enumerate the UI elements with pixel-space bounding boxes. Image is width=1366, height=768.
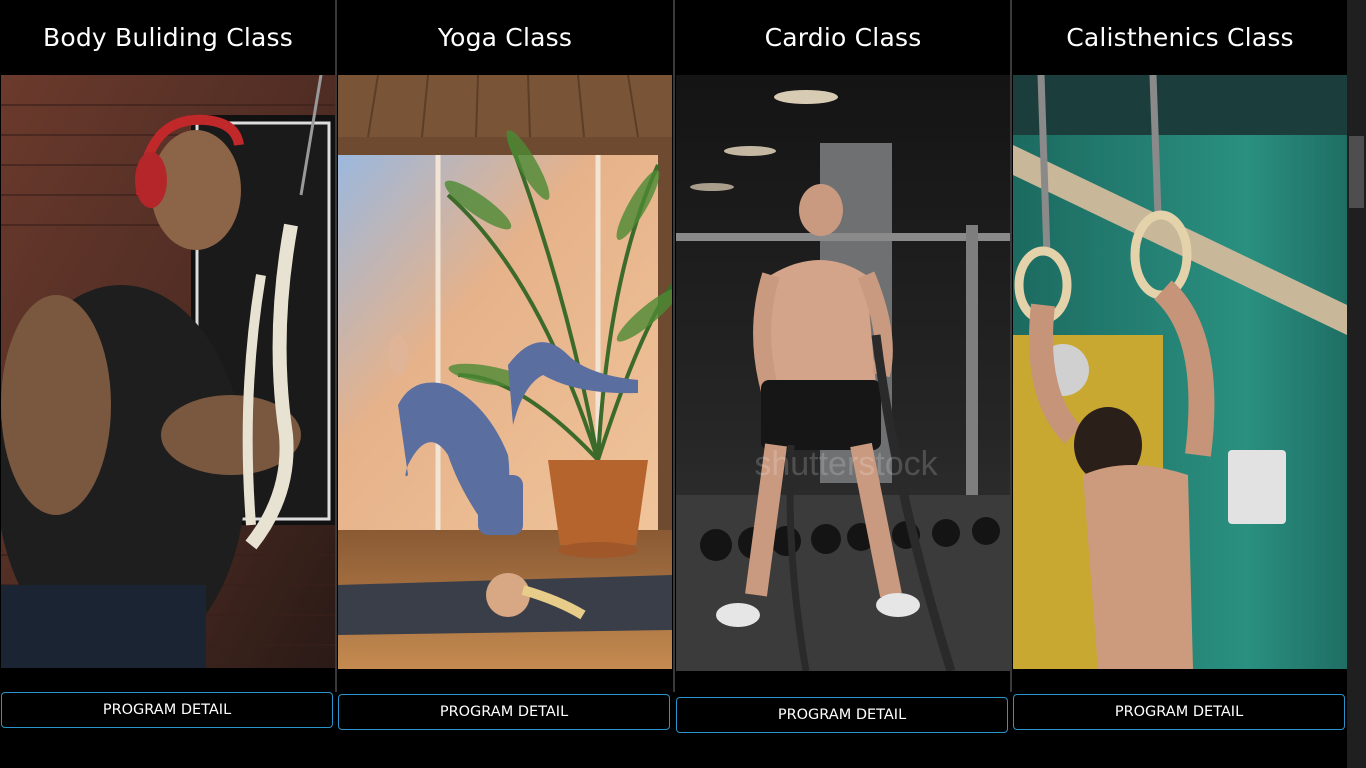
program-detail-button[interactable]: PROGRAM DETAIL: [1013, 694, 1345, 730]
program-detail-button[interactable]: PROGRAM DETAIL: [1, 692, 333, 728]
class-card-cardio: Cardio Class shutterstock PROGRAM DETAIL: [676, 0, 1010, 768]
class-image-yoga: [338, 75, 672, 669]
vertical-scrollbar[interactable]: [1347, 0, 1366, 768]
class-image-calisthenics: [1013, 75, 1347, 669]
card-divider: [673, 0, 675, 692]
cardio-photo: shutterstock: [676, 75, 1010, 671]
card-title: Calisthenics Class: [1066, 23, 1294, 52]
shutterstock-watermark: shutterstock: [754, 445, 938, 483]
card-title: Cardio Class: [764, 23, 922, 52]
class-card-calisthenics: Calisthenics Class PROGRAM DETAIL: [1013, 0, 1347, 768]
card-title: Body Buliding Class: [43, 23, 293, 52]
card-divider: [335, 0, 337, 692]
class-image-body-building: [1, 75, 335, 668]
class-image-cardio: shutterstock: [676, 75, 1010, 671]
program-detail-button[interactable]: PROGRAM DETAIL: [338, 694, 670, 730]
class-card-yoga: Yoga Class PROGRAM DETAIL: [338, 0, 672, 768]
page: Body Buliding Class PROGRAM DETAIL Yoga …: [0, 0, 1366, 768]
bodybuilder-photo: [1, 75, 335, 668]
card-divider: [1010, 0, 1012, 692]
calisthenics-photo: [1013, 75, 1347, 669]
card-title: Yoga Class: [437, 23, 573, 52]
yoga-photo: [338, 75, 672, 669]
class-card-body-building: Body Buliding Class PROGRAM DETAIL: [1, 0, 335, 768]
program-detail-button[interactable]: PROGRAM DETAIL: [676, 697, 1008, 733]
scrollbar-thumb[interactable]: [1349, 136, 1364, 208]
